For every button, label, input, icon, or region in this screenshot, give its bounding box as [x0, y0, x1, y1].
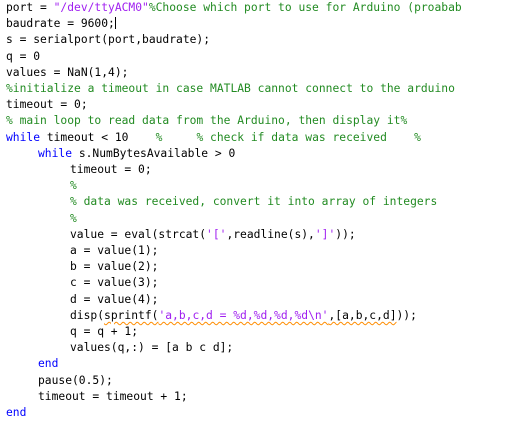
code-line[interactable]: pause(0.5); — [38, 373, 113, 389]
code-line[interactable]: q = q + 1; — [70, 324, 138, 340]
code-token-normal: values = NaN(1,4); — [6, 65, 129, 79]
code-line[interactable]: timeout = 0; — [6, 97, 88, 113]
code-line[interactable]: timeout = 0; — [70, 162, 152, 178]
code-token-normal: timeout = 0; — [70, 163, 152, 176]
code-token-normal: port = — [6, 1, 54, 14]
code-token-normal: sprintf( — [104, 308, 159, 322]
code-line[interactable]: s = serialport(port,baudrate); — [6, 32, 210, 48]
code-line[interactable]: c = value(3); — [70, 275, 158, 291]
code-line[interactable]: end — [38, 356, 58, 372]
code-token-normal: d = value(4); — [70, 292, 159, 306]
code-token-normal: c = value(3); — [70, 276, 159, 290]
code-token-normal: a = value(1); — [70, 244, 159, 257]
code-token-keyword: end — [38, 357, 59, 371]
code-line[interactable]: b = value(2); — [70, 259, 158, 275]
code-token-normal: )); — [335, 227, 356, 241]
code-line[interactable]: d = value(4); — [70, 292, 158, 308]
code-line[interactable]: % — [70, 178, 77, 194]
code-line[interactable]: timeout = timeout + 1; — [38, 389, 188, 405]
code-line[interactable]: disp(sprintf('a,b,c,d = %d,%d,%d,%d\n',[… — [70, 308, 417, 324]
code-line[interactable]: % main loop to read data from the Arduin… — [6, 113, 407, 129]
code-token-normal: s = serialport(port,baudrate); — [6, 33, 211, 47]
code-token-keyword: end — [6, 406, 27, 419]
code-token-comment: % main loop to read data from the Arduin… — [6, 114, 408, 128]
code-token-comment: % data was received, convert it into arr… — [70, 195, 438, 209]
code-editor[interactable]: port = "/dev/ttyACM0"%Choose which port … — [0, 0, 532, 425]
code-token-string: "/dev/ttyACM0" — [53, 1, 149, 14]
code-token-normal: values(q,:) = [a b c d]; — [70, 341, 234, 355]
code-token-normal: disp( — [70, 308, 105, 322]
code-line[interactable]: values(q,:) = [a b c d]; — [70, 340, 233, 356]
code-token-string: ']' — [314, 227, 336, 241]
code-line[interactable]: values = NaN(1,4); — [6, 65, 128, 81]
code-token-normal: )); — [396, 308, 417, 322]
code-line[interactable]: baudrate = 9600; — [6, 16, 116, 32]
code-token-normal: timeout = timeout + 1; — [38, 389, 188, 403]
code-token-normal: q = 0 — [6, 49, 41, 63]
code-line[interactable]: while s.NumBytesAvailable > 0 — [38, 146, 235, 162]
code-token-normal: value = eval(strcat( — [70, 227, 207, 241]
code-token-comment: % % check if data was received % — [155, 130, 421, 144]
code-token-normal: ,[a,b,c,d] — [328, 308, 397, 322]
code-token-string: 'a,b,c,d = %d,%d,%d,%d\n' — [158, 308, 329, 322]
code-token-normal: ,readline(s), — [226, 227, 315, 241]
code-token-keyword: while — [38, 146, 73, 160]
code-line[interactable]: value = eval(strcat('[',readline(s),']')… — [70, 227, 356, 243]
code-token-normal: pause(0.5); — [38, 373, 113, 387]
code-line[interactable]: q = 0 — [6, 49, 40, 65]
code-token-normal: timeout = 0; — [6, 98, 88, 112]
code-token-keyword: while — [6, 130, 41, 144]
code-token-normal: q = q + 1; — [70, 325, 139, 338]
code-token-normal: b = value(2); — [70, 260, 159, 274]
code-token-string: '[' — [206, 227, 227, 241]
code-line[interactable]: a = value(1); — [70, 243, 158, 259]
code-token-normal: baudrate = 9600; — [6, 17, 115, 31]
code-token-comment: % — [70, 179, 77, 193]
code-token-normal: timeout < 10 — [40, 130, 156, 144]
code-line[interactable]: %initialize a timeout in case MATLAB can… — [6, 81, 455, 97]
code-line[interactable]: % — [70, 211, 77, 227]
code-token-normal: s.NumBytesAvailable > 0 — [72, 146, 236, 160]
code-line[interactable]: port = "/dev/ttyACM0"%Choose which port … — [6, 0, 462, 16]
code-line[interactable]: end — [6, 405, 26, 421]
code-token-comment: %Choose which port to use for Arduino (p… — [148, 1, 462, 14]
code-token-comment: % — [70, 211, 77, 225]
code-token-comment: %initialize a timeout in case MATLAB can… — [6, 82, 455, 95]
code-line[interactable]: % data was received, convert it into arr… — [70, 194, 437, 210]
code-line[interactable]: while timeout < 10 % % check if data was… — [6, 130, 421, 146]
text-cursor — [114, 17, 116, 30]
